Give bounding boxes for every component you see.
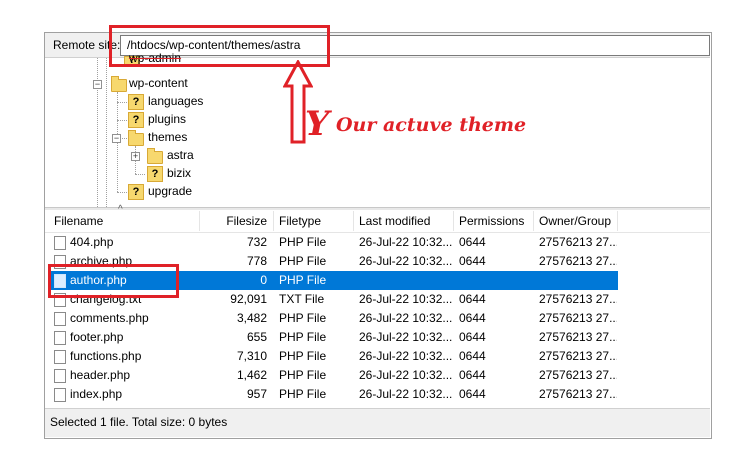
file-row[interactable]: functions.php 7,310 PHP File 26-Jul-22 10:3… bbox=[48, 347, 618, 366]
file-type: PHP File bbox=[279, 254, 327, 268]
file-owner: 27576213 27... bbox=[539, 254, 617, 268]
file-modified bbox=[359, 271, 455, 290]
file-modified: 26-Jul-22 10:32... bbox=[359, 311, 453, 325]
file-owner: 27576213 27... bbox=[539, 387, 617, 401]
annotation-file-box bbox=[48, 264, 179, 298]
sort-ascending-icon: ^ bbox=[118, 204, 123, 215]
collapse-wp-content-icon[interactable]: − bbox=[93, 80, 102, 89]
question-folder-icon: ? bbox=[147, 166, 163, 182]
file-owner bbox=[539, 271, 617, 290]
file-icon bbox=[54, 236, 66, 250]
file-size: 778 bbox=[246, 254, 267, 268]
file-type: PHP File bbox=[279, 387, 327, 401]
file-name: header.php bbox=[70, 368, 131, 382]
file-name: footer.php bbox=[70, 330, 124, 344]
file-type: PHP File bbox=[279, 349, 327, 363]
file-name: functions.php bbox=[70, 349, 142, 363]
file-size: 7,310 bbox=[236, 349, 267, 363]
file-owner: 27576213 27... bbox=[539, 349, 617, 363]
file-permissions: 0644 bbox=[459, 368, 486, 382]
file-permissions: 0644 bbox=[459, 387, 486, 401]
file-type: PHP File bbox=[279, 311, 327, 325]
file-row[interactable]: comments.php 3,482 PHP File 26-Jul-22 10:32… bbox=[48, 309, 618, 328]
file-icon bbox=[54, 388, 66, 402]
folder-icon bbox=[111, 76, 127, 92]
file-owner: 27576213 27... bbox=[539, 311, 617, 325]
file-owner: 27576213 27... bbox=[539, 368, 617, 382]
file-modified: 26-Jul-22 10:32... bbox=[359, 292, 453, 306]
annotation-text: Our actuve theme bbox=[336, 114, 527, 136]
file-size: 92,091 bbox=[230, 292, 267, 306]
folder-icon bbox=[128, 130, 144, 146]
file-permissions: 0644 bbox=[459, 235, 486, 249]
question-folder-icon: ? bbox=[128, 94, 144, 110]
file-row[interactable]: header.php 1,462 PHP File 26-Jul-22 10:32..… bbox=[48, 366, 618, 385]
file-permissions bbox=[459, 271, 535, 290]
file-row[interactable]: 404.php 732 PHP File 26-Jul-22 10:32... 0644… bbox=[48, 233, 618, 252]
file-type: PHP File bbox=[279, 330, 327, 344]
file-icon bbox=[54, 331, 66, 345]
file-modified: 26-Jul-22 10:32... bbox=[359, 330, 453, 344]
file-type: PHP File bbox=[279, 368, 327, 382]
file-type: PHP File bbox=[279, 235, 327, 249]
file-size: 3,482 bbox=[236, 311, 267, 325]
file-permissions: 0644 bbox=[459, 311, 486, 325]
file-size: 732 bbox=[246, 235, 267, 249]
file-row[interactable]: index.php 957 PHP File 26-Jul-22 10:32... 06… bbox=[48, 385, 618, 404]
file-type: PHP File bbox=[279, 273, 327, 287]
column-header-filename[interactable]: Filename bbox=[54, 211, 103, 231]
expand-astra-icon[interactable]: + bbox=[131, 152, 140, 161]
file-permissions: 0644 bbox=[459, 330, 486, 344]
column-header-filetype[interactable]: Filetype bbox=[279, 211, 321, 231]
column-header-permissions[interactable]: Permissions bbox=[459, 211, 524, 231]
file-owner: 27576213 27... bbox=[539, 330, 617, 344]
file-icon bbox=[54, 369, 66, 383]
file-modified: 26-Jul-22 10:32... bbox=[359, 368, 453, 382]
file-owner: 27576213 27... bbox=[539, 235, 617, 249]
file-name: comments.php bbox=[70, 311, 149, 325]
file-size: 655 bbox=[246, 330, 267, 344]
file-owner: 27576213 27... bbox=[539, 292, 617, 306]
column-header-owner-group[interactable]: Owner/Group bbox=[539, 211, 611, 231]
column-header-last-modified[interactable]: Last modified bbox=[359, 211, 430, 231]
folder-icon bbox=[147, 148, 163, 164]
collapse-themes-icon[interactable]: − bbox=[112, 134, 121, 143]
file-permissions: 0644 bbox=[459, 254, 486, 268]
file-size: 957 bbox=[246, 387, 267, 401]
file-icon bbox=[54, 350, 66, 364]
file-permissions: 0644 bbox=[459, 292, 486, 306]
file-modified: 26-Jul-22 10:32... bbox=[359, 387, 453, 401]
file-modified: 26-Jul-22 10:32... bbox=[359, 349, 453, 363]
file-name: 404.php bbox=[70, 235, 114, 249]
file-row[interactable]: footer.php 655 PHP File 26-Jul-22 10:32... 0… bbox=[48, 328, 618, 347]
file-size: 1,462 bbox=[236, 368, 267, 382]
file-icon bbox=[54, 312, 66, 326]
file-size: 0 bbox=[260, 273, 267, 287]
question-folder-icon: ? bbox=[128, 112, 144, 128]
annotation-flourish: Y bbox=[305, 104, 330, 144]
file-permissions: 0644 bbox=[459, 349, 486, 363]
file-modified: 26-Jul-22 10:32... bbox=[359, 254, 453, 268]
file-type: TXT File bbox=[279, 292, 325, 306]
file-name: index.php bbox=[70, 387, 123, 401]
question-folder-icon: ? bbox=[128, 184, 144, 200]
file-modified: 26-Jul-22 10:32... bbox=[359, 235, 453, 249]
column-header-filesize[interactable]: Filesize bbox=[199, 211, 267, 231]
status-text: Selected 1 file. Total size: 0 bytes bbox=[50, 415, 228, 429]
